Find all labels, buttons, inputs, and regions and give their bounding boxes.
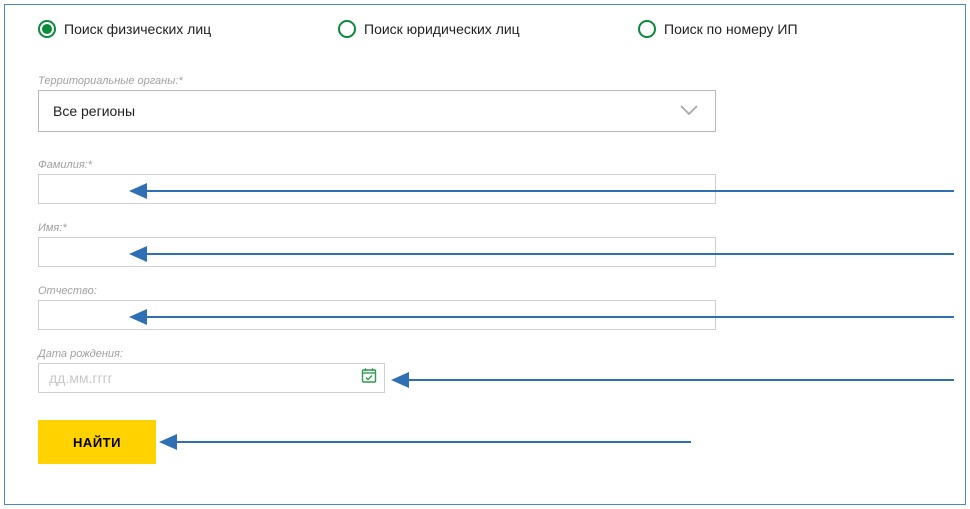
radio-individuals[interactable]: Поиск физических лиц (38, 20, 338, 38)
search-type-radios: Поиск физических лиц Поиск юридических л… (38, 20, 938, 38)
radio-ip-number[interactable]: Поиск по номеру ИП (638, 20, 938, 38)
patronymic-label: Отчество: (38, 285, 716, 297)
radio-icon (338, 20, 356, 38)
dob-input[interactable] (38, 363, 385, 393)
territory-selected-value: Все регионы (53, 103, 135, 119)
search-button[interactable]: НАЙТИ (38, 420, 156, 464)
dob-label: Дата рождения: (38, 348, 716, 360)
territory-select[interactable]: Все регионы (38, 90, 716, 132)
name-label: Имя:* (38, 222, 716, 234)
radio-legal-entities[interactable]: Поиск юридических лиц (338, 20, 638, 38)
radio-label: Поиск по номеру ИП (664, 21, 798, 37)
surname-label: Фамилия:* (38, 159, 716, 171)
radio-label: Поиск физических лиц (64, 21, 211, 37)
chevron-down-icon (679, 103, 699, 119)
radio-icon (638, 20, 656, 38)
search-button-label: НАЙТИ (73, 435, 121, 450)
radio-icon (38, 20, 56, 38)
territory-label: Территориальные органы:* (38, 75, 716, 87)
calendar-icon[interactable] (361, 368, 377, 389)
radio-label: Поиск юридических лиц (364, 21, 520, 37)
